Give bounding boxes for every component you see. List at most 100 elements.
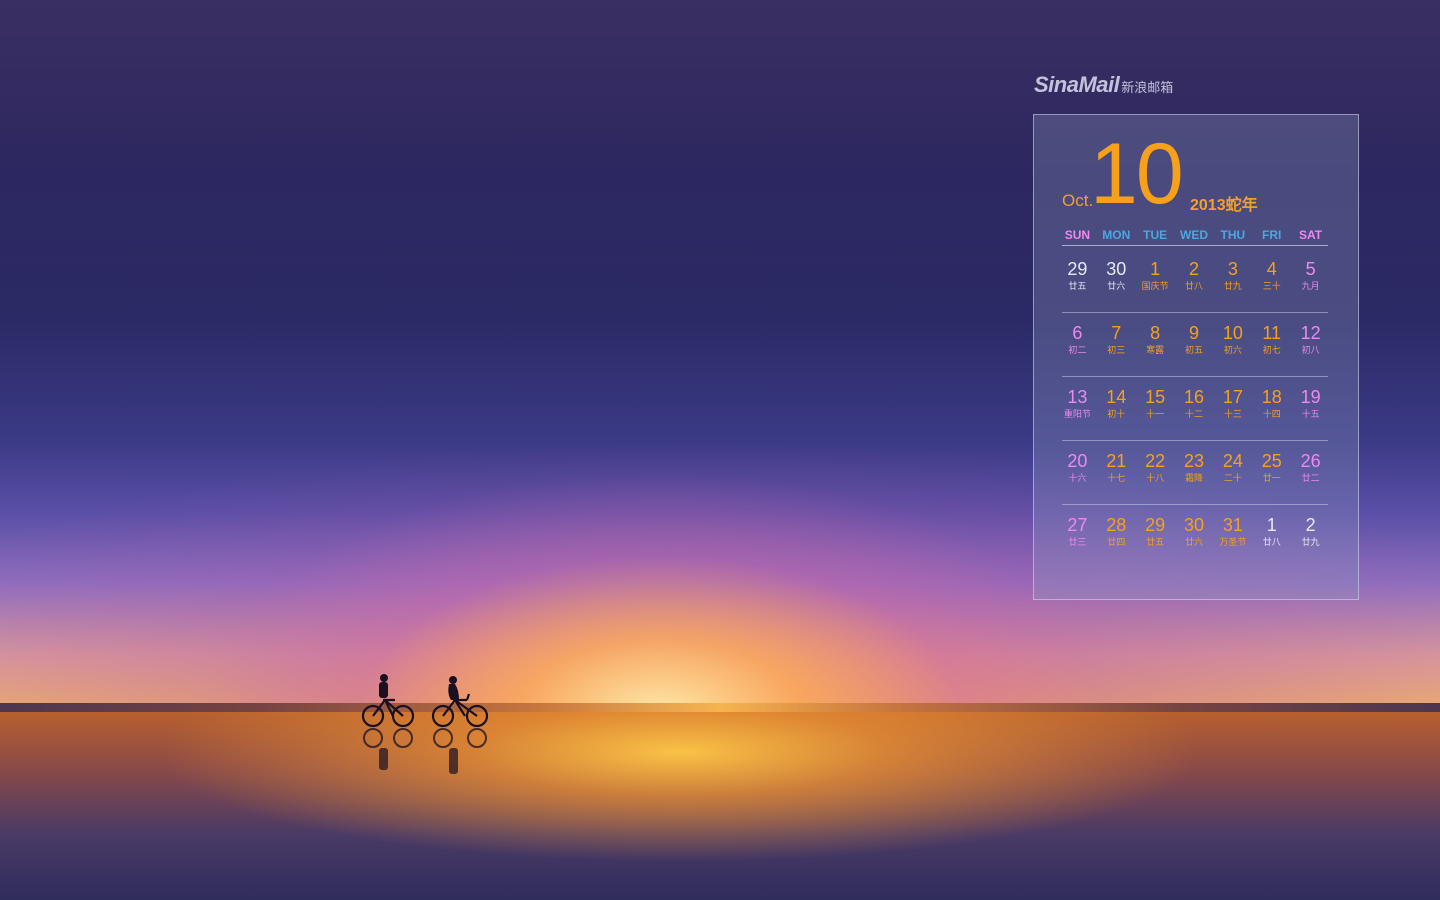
day-number: 25 xyxy=(1261,451,1282,471)
week-row: 13 重阳节 14 初十 15 十一 16 十二 17 十三 18 十四 19 十五 xyxy=(1058,376,1330,443)
day-cell: 7 初三 xyxy=(1097,315,1136,379)
day-cell: 8 寒露 xyxy=(1136,315,1175,379)
day-cell: 6 初二 xyxy=(1058,315,1097,379)
lunar-date: 十四 xyxy=(1262,409,1281,419)
day-cell: 28 廿四 xyxy=(1097,507,1136,571)
day-number: 8 xyxy=(1150,323,1161,343)
day-cell: 26 廿二 xyxy=(1291,443,1330,507)
day-cell: 19 十五 xyxy=(1291,379,1330,443)
lunar-date: 廿九 xyxy=(1301,537,1320,547)
year-label: 2013蛇年 xyxy=(1190,197,1258,214)
lunar-date: 廿三 xyxy=(1068,537,1087,547)
lunar-date: 十八 xyxy=(1146,473,1165,483)
weekday-header: SUN MON TUE WED THU FRI SAT xyxy=(1058,228,1330,246)
day-number: 29 xyxy=(1067,259,1088,279)
day-cell: 20 十六 xyxy=(1058,443,1097,507)
day-number: 1 xyxy=(1150,259,1161,279)
day-cell: 1 廿八 xyxy=(1252,507,1291,571)
day-cell: 4 三十 xyxy=(1252,251,1291,315)
lunar-date: 廿四 xyxy=(1107,537,1126,547)
day-number: 27 xyxy=(1067,515,1088,535)
day-cell: 18 十四 xyxy=(1252,379,1291,443)
day-cell: 23 霜降 xyxy=(1175,443,1214,507)
day-cell: 30 廿六 xyxy=(1097,251,1136,315)
lunar-date: 十七 xyxy=(1107,473,1126,483)
day-number: 22 xyxy=(1145,451,1166,471)
lunar-date: 十五 xyxy=(1301,409,1320,419)
day-number: 14 xyxy=(1106,387,1127,407)
lunar-date: 国庆节 xyxy=(1141,281,1169,291)
calendar-grid: 29 廿五 30 廿六 1 国庆节 2 廿八 3 廿九 4 三十 5 九月 6 初二 7 初三 8 寒露 9 初五 10 初六… xyxy=(1058,251,1330,571)
weekday-wed: WED xyxy=(1180,228,1208,242)
reflective-beach xyxy=(0,712,1440,900)
lunar-date: 廿五 xyxy=(1068,281,1087,291)
weekday-fri: FRI xyxy=(1262,228,1282,242)
lunar-date: 初八 xyxy=(1301,345,1320,355)
day-number: 16 xyxy=(1183,387,1205,407)
day-cell: 22 十八 xyxy=(1136,443,1175,507)
day-number: 15 xyxy=(1145,387,1166,407)
day-cell: 16 十二 xyxy=(1175,379,1214,443)
logo-brand: SinaMail xyxy=(1034,72,1120,97)
week-row: 6 初二 7 初三 8 寒露 9 初五 10 初六 11 初七 12 初八 xyxy=(1058,312,1330,379)
lunar-date: 十三 xyxy=(1223,409,1242,419)
day-cell: 11 初七 xyxy=(1252,315,1291,379)
day-number: 24 xyxy=(1222,451,1243,471)
lunar-date: 霜降 xyxy=(1185,473,1204,483)
day-number: 5 xyxy=(1305,259,1316,279)
day-cell: 5 九月 xyxy=(1291,251,1330,315)
month-number: 10 xyxy=(1090,126,1184,222)
lunar-date: 初七 xyxy=(1262,345,1281,355)
day-number: 13 xyxy=(1067,387,1088,407)
lunar-date: 廿一 xyxy=(1262,473,1281,483)
lunar-date: 初五 xyxy=(1185,345,1204,355)
lunar-date: 九月 xyxy=(1301,281,1320,291)
weekday-tue: TUE xyxy=(1143,228,1168,242)
day-number: 11 xyxy=(1262,323,1282,343)
lunar-date: 二十 xyxy=(1223,473,1242,483)
weekday-thu: THU xyxy=(1220,228,1246,242)
month-abbrev: Oct. xyxy=(1062,191,1094,210)
lunar-date: 十六 xyxy=(1068,473,1087,483)
day-cell: 10 初六 xyxy=(1213,315,1252,379)
lunar-date: 三十 xyxy=(1262,281,1281,291)
day-cell: 15 十一 xyxy=(1136,379,1175,443)
day-number: 18 xyxy=(1261,387,1282,407)
day-number: 31 xyxy=(1222,515,1243,535)
day-number: 7 xyxy=(1111,323,1122,343)
day-number: 20 xyxy=(1067,451,1088,471)
lunar-date: 十二 xyxy=(1185,409,1204,419)
day-number: 26 xyxy=(1300,451,1321,471)
day-cell: 25 廿一 xyxy=(1252,443,1291,507)
day-cell: 14 初十 xyxy=(1097,379,1136,443)
day-cell: 9 初五 xyxy=(1175,315,1214,379)
day-number: 2 xyxy=(1189,259,1200,279)
day-cell: 27 廿三 xyxy=(1058,507,1097,571)
day-cell: 31 万圣节 xyxy=(1213,507,1252,571)
day-number: 19 xyxy=(1300,387,1321,407)
day-number: 29 xyxy=(1145,515,1166,535)
day-number: 28 xyxy=(1106,515,1127,535)
weekday-divider xyxy=(1062,245,1328,246)
day-cell: 24 二十 xyxy=(1213,443,1252,507)
day-cell: 1 国庆节 xyxy=(1136,251,1175,315)
lunar-date: 廿二 xyxy=(1301,473,1320,483)
day-number: 2 xyxy=(1305,515,1316,535)
week-row: 29 廿五 30 廿六 1 国庆节 2 廿八 3 廿九 4 三十 5 九月 xyxy=(1058,251,1330,315)
lunar-date: 廿六 xyxy=(1185,537,1204,547)
day-number: 21 xyxy=(1106,451,1127,471)
lunar-date: 初二 xyxy=(1068,345,1087,355)
day-number: 4 xyxy=(1266,259,1277,279)
day-number: 6 xyxy=(1072,323,1083,343)
logo-subtitle: 新浪邮箱 xyxy=(1121,80,1174,95)
day-number: 30 xyxy=(1183,515,1205,535)
day-number: 12 xyxy=(1300,323,1321,343)
cyclists-silhouette xyxy=(361,674,489,774)
lunar-date: 万圣节 xyxy=(1219,537,1247,547)
sunset-clouds xyxy=(0,600,1440,710)
weekday-mon: MON xyxy=(1102,228,1131,242)
lunar-date: 初三 xyxy=(1107,345,1126,355)
day-cell: 13 重阳节 xyxy=(1058,379,1097,443)
weekday-sat: SAT xyxy=(1299,228,1323,242)
lunar-date: 廿九 xyxy=(1223,281,1242,291)
